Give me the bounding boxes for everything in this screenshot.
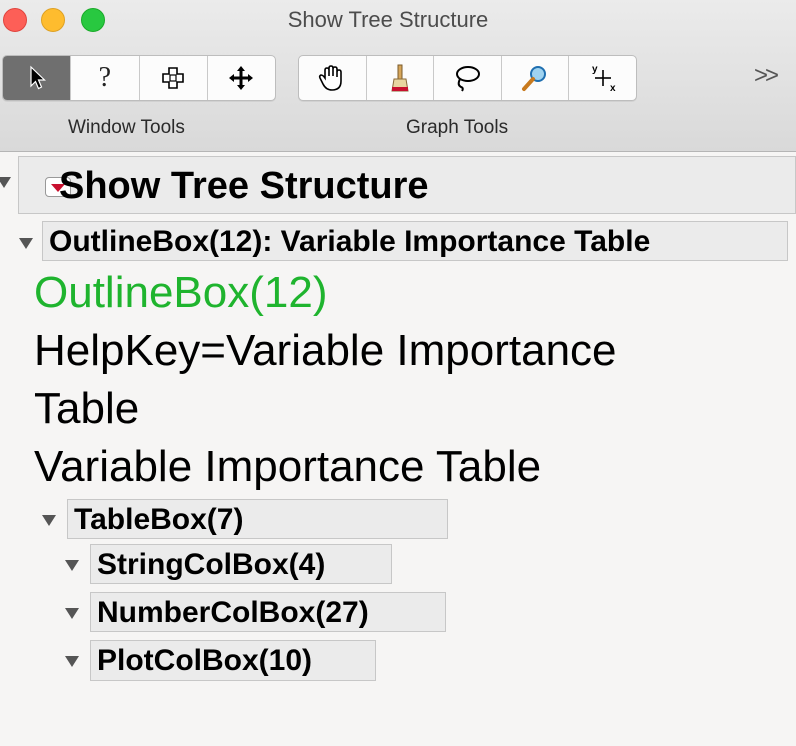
outlinebox-disclosure-triangle[interactable]: [19, 238, 33, 249]
numbercolbox-header[interactable]: NumberColBox(27): [90, 592, 446, 632]
stringcolbox-header[interactable]: StringColBox(4): [90, 544, 392, 584]
selection-tool-button[interactable]: [140, 56, 208, 100]
root-disclosure-triangle[interactable]: [0, 177, 11, 188]
title-text: Variable Importance Table: [34, 442, 542, 491]
root-outline-header[interactable]: Show Tree Structure: [18, 156, 796, 214]
tablebox-header[interactable]: TableBox(7): [67, 499, 448, 539]
move-tool-button[interactable]: [208, 56, 275, 100]
graph-tools-group: y x: [298, 55, 637, 101]
stringcolbox-disclosure-triangle[interactable]: [65, 560, 79, 571]
arrow-cursor-icon: [30, 65, 46, 90]
arrow-tool-button[interactable]: [3, 56, 72, 100]
brush-tool-button[interactable]: [367, 56, 435, 100]
selection-cross-icon: [162, 67, 184, 89]
graph-tools-label: Graph Tools: [406, 117, 509, 138]
helpkey-text: HelpKey=Variable Importance: [34, 326, 617, 375]
toolbar-overflow-button[interactable]: >>: [754, 62, 779, 90]
plotcolbox-disclosure-triangle[interactable]: [65, 656, 79, 667]
outlinebox-header-label: OutlineBox(12): Variable Importance Tabl…: [49, 225, 651, 258]
tablebox-label: TableBox(7): [74, 503, 244, 536]
crosshair-xy-icon: y x: [592, 64, 616, 94]
magnifier-tool-button[interactable]: [502, 56, 570, 100]
question-icon: ?: [98, 62, 112, 93]
magnifier-icon: [522, 66, 547, 91]
numbercolbox-label: NumberColBox(27): [97, 596, 369, 629]
lasso-tool-button[interactable]: [434, 56, 502, 100]
window-title: Show Tree Structure: [287, 7, 489, 32]
outlinebox-header[interactable]: OutlineBox(12): Variable Importance Tabl…: [42, 221, 788, 261]
crosshair-tool-button[interactable]: y x: [569, 56, 636, 100]
svg-text:y: y: [592, 64, 598, 75]
help-tool-button[interactable]: ?: [71, 56, 140, 100]
window-titlebar: Show Tree Structure ? y x >> Window Tool…: [0, 0, 796, 152]
brush-icon: [391, 64, 409, 92]
window-tools-label: Window Tools: [68, 117, 185, 138]
plotcolbox-label: PlotColBox(10): [97, 644, 313, 677]
helpkey-text-continued: Table: [34, 384, 140, 433]
lasso-icon: [456, 66, 481, 92]
box-id-text: OutlineBox(12): [34, 268, 328, 317]
plotcolbox-header[interactable]: PlotColBox(10): [90, 640, 376, 681]
root-title: Show Tree Structure: [59, 165, 429, 207]
move-arrows-icon: [229, 66, 254, 90]
numbercolbox-disclosure-triangle[interactable]: [65, 608, 79, 619]
svg-text:x: x: [610, 83, 616, 94]
grabber-tool-button[interactable]: [299, 56, 367, 100]
window-tools-group: ?: [2, 55, 276, 101]
hand-icon: [319, 65, 343, 91]
stringcolbox-label: StringColBox(4): [97, 548, 326, 581]
tree-view: Show Tree Structure OutlineBox(12): Vari…: [0, 152, 796, 746]
tablebox-disclosure-triangle[interactable]: [42, 515, 56, 526]
